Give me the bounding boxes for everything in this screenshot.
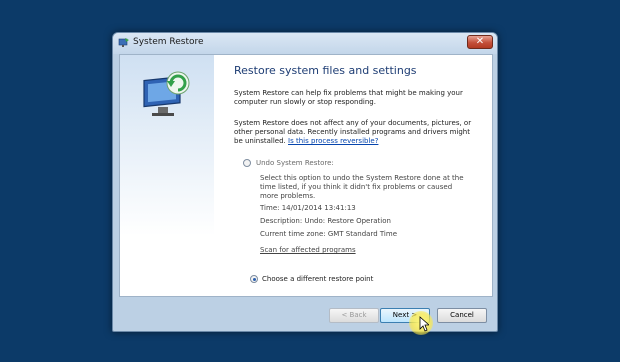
choose-restore-point-label[interactable]: Choose a different restore point [262,275,373,283]
undo-description: Select this option to undo the System Re… [260,174,464,200]
back-button[interactable]: < Back [329,308,379,323]
window-title: System Restore [133,37,204,47]
restore-time: Time: 14/01/2014 13:41:13 [260,204,356,212]
current-time-zone: Current time zone: GMT Standard Time [260,230,398,238]
undo-system-restore-label[interactable]: Undo System Restore: [256,159,334,167]
mouse-pointer-icon [419,316,429,332]
system-restore-dialog: System Restore ✕ Restore system files an… [112,32,498,332]
system-restore-monitor-icon [143,71,190,116]
side-banner [120,55,214,296]
cancel-button[interactable]: Cancel [437,308,487,323]
close-icon: ✕ [475,36,485,47]
reversible-link[interactable]: Is this process reversible? [288,137,378,145]
page-heading: Restore system files and settings [234,64,417,77]
restore-description: Description: Undo: Restore Operation [260,217,391,225]
intro-text: System Restore can help fix problems tha… [234,89,463,106]
content-panel: Restore system files and settings System… [119,54,493,297]
scan-affected-programs-link[interactable]: Scan for affected programs [260,246,470,255]
title-bar[interactable]: System Restore ✕ [113,33,497,54]
close-button[interactable]: ✕ [467,35,493,49]
note-text-block: System Restore does not affect any of yo… [234,119,478,146]
undo-system-restore-radio[interactable] [243,159,251,167]
choose-restore-point-radio[interactable] [250,275,258,283]
system-restore-icon [118,38,129,47]
